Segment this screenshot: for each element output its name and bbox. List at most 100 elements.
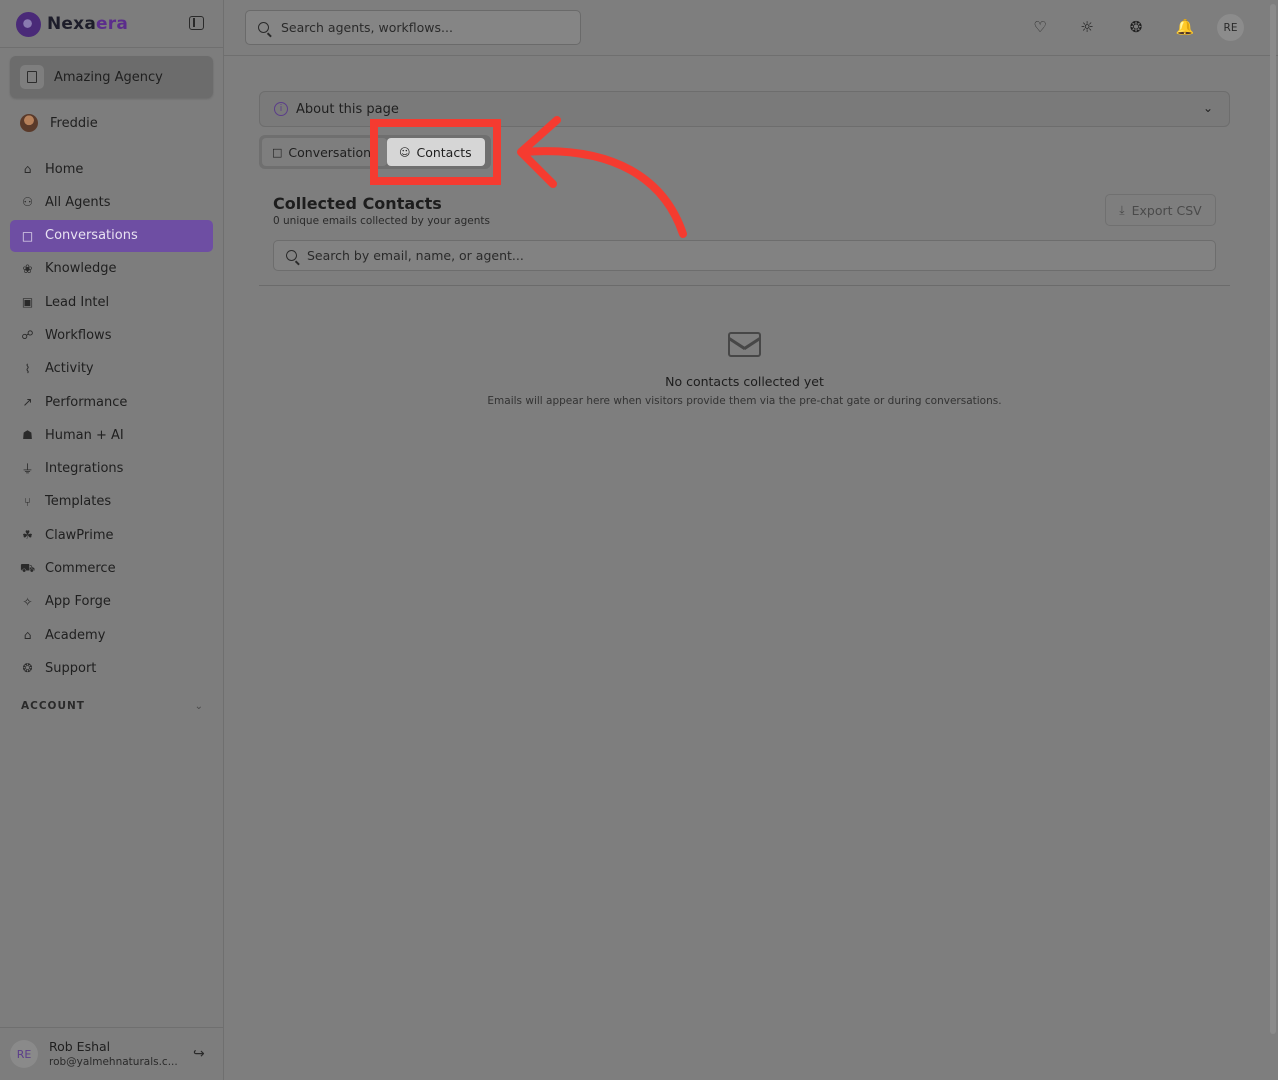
cart-icon: ⛟: [20, 560, 36, 575]
home-icon: ⌂: [23, 162, 32, 176]
account-label: ACCOUNT: [21, 700, 85, 712]
empty-state-description: Emails will appear here when visitors pr…: [487, 395, 1002, 407]
annotation-arrow: [517, 116, 687, 238]
page-subtitle: 0 unique emails collected by your agents: [273, 215, 490, 227]
sidebar-item-label: Support: [45, 660, 97, 676]
brand-name: Nexaera: [47, 14, 128, 34]
logo-icon: [16, 11, 41, 37]
account-section-toggle[interactable]: ACCOUNT ⌄: [21, 700, 203, 712]
sidebar-nav: ⌂ Home ⚇ All Agents □ Conversations ❀ Knowledge…: [10, 153, 213, 686]
plug-icon: ⏚: [21, 462, 34, 477]
sidebar-item-label: Conversations: [45, 228, 138, 244]
sidebar-item-label: Commerce: [45, 561, 116, 577]
scrollbar-thumb[interactable]: [1270, 4, 1276, 1034]
logout-icon[interactable]: ↪: [193, 1046, 205, 1062]
tab-label: Conversation: [288, 144, 372, 160]
tab-list: □ Conversation ☺ Contacts: [259, 135, 491, 169]
sidebar-collapse-icon[interactable]: [189, 16, 204, 30]
profile-email: rob@yalmehnaturals.c...: [49, 1056, 178, 1068]
global-search[interactable]: [245, 10, 581, 45]
sidebar-item-knowledge[interactable]: ❀ Knowledge: [10, 253, 213, 285]
about-label: About this page: [296, 101, 399, 117]
sidebar-item-lead-intel[interactable]: ▣ Lead Intel: [10, 286, 213, 318]
avatar: [20, 114, 38, 132]
sidebar-item-templates[interactable]: ⑂ Templates: [10, 486, 213, 518]
sidebar-item-commerce[interactable]: ⛟ Commerce: [10, 553, 213, 585]
sidebar-item-workflows[interactable]: ☍ Workflows: [10, 319, 213, 351]
avatar[interactable]: RE: [1217, 14, 1244, 41]
lifebuoy-icon[interactable]: ❂: [1126, 17, 1146, 37]
agency-switcher[interactable]: Amazing Agency: [10, 56, 213, 98]
profile-name: Rob Eshal: [49, 1039, 111, 1054]
brand-logo[interactable]: Nexaera: [16, 10, 128, 38]
sidebar-item-label: Integrations: [45, 461, 124, 477]
sidebar-item-label: Lead Intel: [45, 294, 110, 310]
chevron-down-icon: ⌄: [1202, 101, 1213, 115]
trending-up-icon: ↗: [22, 395, 33, 410]
sidebar-item-label: App Forge: [45, 594, 111, 610]
lifebuoy-icon: ❂: [22, 661, 33, 676]
sidebar-item-label: Human + AI: [45, 427, 124, 443]
id-card-icon: ▣: [21, 295, 34, 310]
sidebar-item-support[interactable]: ❂ Support: [10, 652, 213, 684]
sidebar-item-human-ai[interactable]: ☗ Human + AI: [10, 419, 213, 451]
sidebar-item-app-forge[interactable]: ✧ App Forge: [10, 586, 213, 618]
divider: [0, 47, 224, 48]
sidebar-item-label: Home: [45, 161, 84, 177]
chat-icon: □: [272, 145, 283, 159]
page-scrollbar[interactable]: [1268, 0, 1278, 1040]
sidebar-item-performance[interactable]: ↗ Performance: [10, 386, 213, 418]
network-icon: ☗: [22, 428, 33, 443]
sidebar-item-integrations[interactable]: ⏚ Integrations: [10, 453, 213, 485]
sun-icon[interactable]: ☼: [1077, 17, 1097, 37]
sidebar-item-label: Templates: [45, 494, 112, 510]
sidebar-item-label: Knowledge: [45, 261, 117, 277]
graduation-cap-icon: ⌂: [23, 628, 32, 643]
heart-icon[interactable]: ♡: [1030, 17, 1050, 37]
share-icon: ⑂: [23, 494, 32, 509]
mail-icon: [728, 332, 761, 357]
brain-icon: ❀: [22, 261, 33, 276]
sparkles-icon: ✧: [22, 594, 33, 609]
tab-contacts[interactable]: ☺ Contacts: [387, 138, 485, 166]
chat-icon: □: [21, 228, 34, 243]
agent-user[interactable]: Freddie: [20, 114, 98, 132]
chevron-down-icon: ⌄: [194, 700, 203, 712]
contact-search[interactable]: [273, 240, 1216, 271]
empty-state-title: No contacts collected yet: [665, 374, 824, 389]
sidebar-item-clawprime[interactable]: ☘ ClawPrime: [10, 519, 213, 551]
building-icon: [20, 65, 44, 89]
agency-label: Amazing Agency: [54, 69, 163, 85]
sidebar-item-label: Workflows: [45, 327, 112, 343]
sidebar-item-all-agents[interactable]: ⚇ All Agents: [10, 186, 213, 218]
tab-conversations[interactable]: □ Conversation: [262, 138, 387, 166]
sidebar-item-label: Performance: [45, 394, 128, 410]
export-label: Export CSV: [1131, 202, 1202, 218]
sidebar-item-label: Academy: [45, 627, 106, 643]
sidebar-item-label: Activity: [45, 361, 94, 377]
activity-icon: ⌇: [24, 361, 31, 376]
robot-icon: ⚇: [22, 195, 33, 210]
workflow-icon: ☍: [21, 328, 34, 343]
sidebar: Nexaera Amazing Agency Freddie ⌂ Home ⚇ All…: [0, 0, 224, 1080]
cluster-icon: ☘: [22, 528, 33, 543]
sidebar-item-home[interactable]: ⌂ Home: [10, 153, 213, 185]
sidebar-item-conversations[interactable]: □ Conversations: [10, 219, 213, 252]
profile-footer: RE Rob Eshal rob@yalmehnaturals.c... ↪: [0, 1027, 224, 1080]
download-icon: ⤓: [1119, 202, 1125, 217]
search-icon: [258, 22, 269, 33]
sidebar-item-academy[interactable]: ⌂ Academy: [10, 619, 213, 651]
divider: [259, 285, 1230, 286]
search-input[interactable]: [281, 20, 561, 35]
bell-icon[interactable]: 🔔: [1175, 17, 1195, 37]
sidebar-item-label: ClawPrime: [45, 527, 114, 543]
users-icon: ☺: [399, 145, 411, 159]
search-icon: [286, 250, 297, 261]
contact-search-input[interactable]: [307, 248, 1187, 263]
sidebar-item-activity[interactable]: ⌇ Activity: [10, 353, 213, 385]
info-icon: i: [274, 102, 288, 116]
user-name: Freddie: [50, 115, 98, 131]
avatar[interactable]: RE: [10, 1040, 38, 1068]
about-page-accordion[interactable]: i About this page ⌄: [259, 91, 1230, 127]
export-csv-button[interactable]: ⤓ Export CSV: [1105, 194, 1216, 226]
